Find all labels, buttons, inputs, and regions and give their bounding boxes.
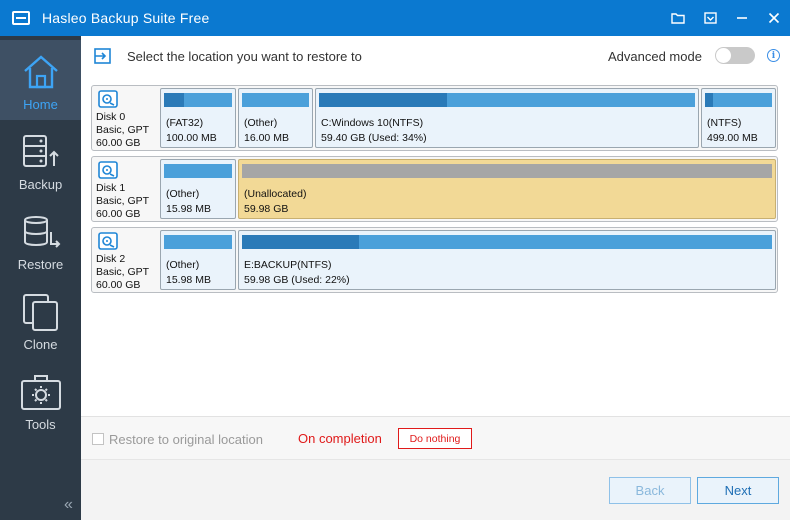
- partition-label: E:BACKUP(NTFS): [244, 259, 332, 271]
- next-button[interactable]: Next: [697, 477, 779, 504]
- usage-fill: [319, 93, 447, 107]
- partition-usage-bar: [705, 93, 772, 107]
- partition-label: (FAT32): [166, 117, 204, 129]
- partition-size: 16.00 MB: [244, 132, 289, 144]
- sidebar-item-label: Restore: [17, 257, 64, 272]
- folder-icon[interactable]: [662, 0, 694, 36]
- usage-fill: [164, 93, 185, 107]
- sidebar-item-label: Clone: [23, 337, 58, 352]
- sidebar-item-label: Tools: [25, 417, 56, 432]
- restore-original-label[interactable]: Restore to original location: [109, 432, 263, 447]
- window-title: Hasleo Backup Suite Free: [42, 10, 210, 26]
- restore-icon: [19, 210, 63, 254]
- disk-type: Basic, GPT: [96, 124, 150, 136]
- partition[interactable]: (Other) 16.00 MB: [238, 88, 313, 148]
- partition[interactable]: E:BACKUP(NTFS) 59.98 GB (Used: 22%): [238, 230, 776, 290]
- disk-type: Basic, GPT: [96, 266, 150, 278]
- advanced-mode-label: Advanced mode: [608, 49, 702, 64]
- disk-row[interactable]: Disk 1 Basic, GPT 60.00 GB (Other) 15.98…: [91, 156, 778, 222]
- restore-original-checkbox[interactable]: [92, 433, 104, 445]
- disk-size: 60.00 GB: [96, 137, 141, 149]
- disk-type: Basic, GPT: [96, 195, 150, 207]
- partition-usage-bar: [242, 164, 772, 178]
- disk-row[interactable]: Disk 2 Basic, GPT 60.00 GB (Other) 15.98…: [91, 227, 778, 293]
- partition-size: 499.00 MB: [707, 132, 758, 144]
- disk-icon: [98, 232, 118, 250]
- sidebar-item-home[interactable]: Home: [0, 40, 81, 120]
- on-completion-select[interactable]: Do nothing: [398, 428, 472, 449]
- partition-usage-bar: [164, 235, 232, 249]
- title-bar: Hasleo Backup Suite Free: [0, 0, 790, 36]
- disk-size: 60.00 GB: [96, 208, 141, 220]
- page-title: Select the location you want to restore …: [127, 49, 362, 64]
- partition-label: C:Windows 10(NTFS): [321, 117, 424, 129]
- disk-info: Disk 2 Basic, GPT 60.00 GB: [93, 229, 159, 291]
- sidebar-item-tools[interactable]: Tools: [0, 360, 81, 440]
- partition-usage-bar: [164, 164, 232, 178]
- window-controls: [662, 0, 790, 36]
- partition-size: 15.98 MB: [166, 274, 211, 286]
- partition-label: (Other): [166, 259, 200, 271]
- page-header: Select the location you want to restore …: [81, 36, 790, 78]
- options-row: Restore to original location On completi…: [81, 417, 790, 459]
- partition-size: 59.98 GB (Used: 22%): [244, 274, 350, 286]
- partition-size: 59.98 GB: [244, 203, 289, 215]
- dropdown-menu-icon[interactable]: [694, 0, 726, 36]
- back-button[interactable]: Back: [609, 477, 691, 504]
- partition-label: (Other): [244, 117, 278, 129]
- info-icon[interactable]: i: [767, 49, 780, 62]
- sidebar-item-restore[interactable]: Restore: [0, 200, 81, 280]
- on-completion-label: On completion: [298, 431, 382, 446]
- partition-usage-bar: [164, 93, 232, 107]
- toggle-knob: [716, 48, 731, 63]
- minimize-icon[interactable]: [726, 0, 758, 36]
- usage-fill: [242, 235, 359, 249]
- backup-icon: [19, 130, 63, 174]
- disk-icon: [98, 90, 118, 108]
- close-icon[interactable]: [758, 0, 790, 36]
- partition-size: 15.98 MB: [166, 203, 211, 215]
- sidebar-item-clone[interactable]: Clone: [0, 280, 81, 360]
- partition-unallocated[interactable]: (Unallocated) 59.98 GB: [238, 159, 776, 219]
- clone-icon: [19, 290, 63, 334]
- sidebar-item-label: Home: [23, 97, 58, 112]
- partition-label: (NTFS): [707, 117, 742, 129]
- disk-name: Disk 0: [96, 111, 126, 123]
- partition[interactable]: (NTFS) 499.00 MB: [701, 88, 776, 148]
- collapse-sidebar-icon[interactable]: «: [64, 496, 73, 514]
- disk-name: Disk 1: [96, 182, 126, 194]
- sidebar-item-backup[interactable]: Backup: [0, 120, 81, 200]
- usage-fill: [705, 93, 714, 107]
- partition-size: 100.00 MB: [166, 132, 217, 144]
- advanced-mode-toggle[interactable]: [715, 47, 755, 64]
- disk-info: Disk 1 Basic, GPT 60.00 GB: [93, 158, 159, 220]
- disk-info: Disk 0 Basic, GPT 60.00 GB: [93, 87, 159, 149]
- partition-label: (Other): [166, 188, 200, 200]
- sidebar-item-label: Backup: [18, 177, 63, 192]
- partition[interactable]: (Other) 15.98 MB: [160, 159, 236, 219]
- footer: Back Next: [81, 459, 790, 520]
- main-panel: Select the location you want to restore …: [81, 36, 790, 520]
- partition[interactable]: (Other) 15.98 MB: [160, 230, 236, 290]
- disk-row[interactable]: Disk 0 Basic, GPT 60.00 GB (FAT32) 100.0…: [91, 85, 778, 151]
- app-logo-icon: [12, 11, 30, 25]
- home-icon: [19, 50, 63, 94]
- partition-usage-bar: [319, 93, 695, 107]
- partition-size: 59.40 GB (Used: 34%): [321, 132, 427, 144]
- partition[interactable]: C:Windows 10(NTFS) 59.40 GB (Used: 34%): [315, 88, 699, 148]
- partition-usage-bar: [242, 235, 772, 249]
- disk-name: Disk 2: [96, 253, 126, 265]
- restore-location-icon: [94, 48, 111, 64]
- disk-size: 60.00 GB: [96, 279, 141, 291]
- sidebar: Home Backup Restore Clone Tools «: [0, 36, 81, 520]
- tools-icon: [19, 370, 63, 414]
- partition-usage-bar: [242, 93, 309, 107]
- partition-label: (Unallocated): [244, 188, 307, 200]
- disk-icon: [98, 161, 118, 179]
- partition[interactable]: (FAT32) 100.00 MB: [160, 88, 236, 148]
